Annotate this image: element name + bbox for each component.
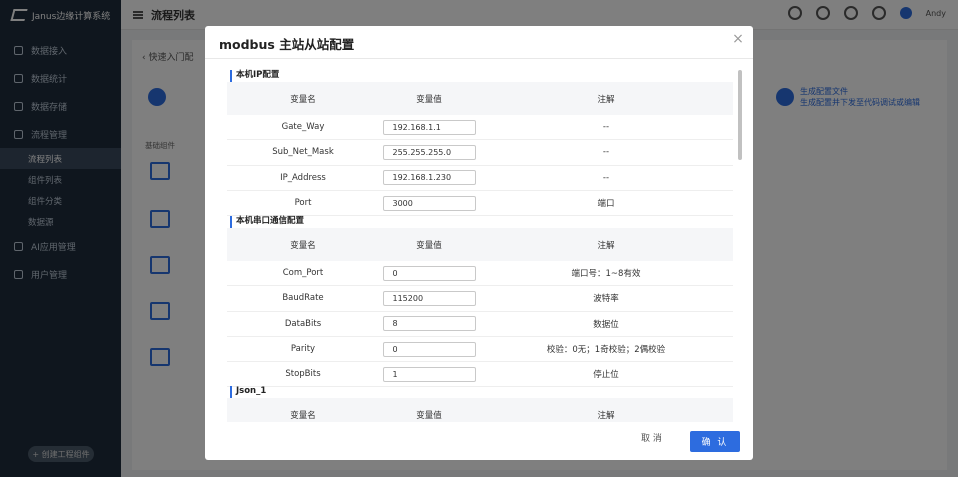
table-header: 变量名 变量值 注解 [227, 228, 733, 261]
table-row: StopBits 1 停止位 [227, 362, 733, 388]
subnet-mask-input[interactable]: 255.255.255.0 [382, 144, 476, 160]
section-title-json1: Json_1 [230, 386, 266, 398]
var-name: Gate_Way [281, 122, 325, 133]
section-title-ip: 本机IP配置 [230, 70, 279, 82]
var-note: -- [602, 122, 610, 133]
col-header-value: 变量值 [416, 240, 442, 251]
var-note: -- [602, 147, 610, 158]
var-name: BaudRate [282, 293, 324, 304]
table-row: DataBits 8 数据位 [227, 312, 733, 337]
parity-input[interactable]: 0 [382, 341, 476, 357]
table-row: IP_Address 192.168.1.230 -- [227, 166, 733, 191]
var-note: 数据位 [593, 319, 619, 330]
close-icon[interactable]: × [731, 32, 745, 46]
col-header-note: 注解 [597, 410, 615, 421]
confirm-button[interactable]: 确 认 [690, 431, 740, 452]
ip-address-input[interactable]: 192.168.1.230 [382, 170, 476, 186]
baudrate-input[interactable]: 115200 [382, 290, 476, 306]
serial-config-table: 变量名 变量值 注解 Com_Port 0 端口号：1~8有效 BaudRate… [227, 228, 733, 388]
var-name: IP_Address [280, 172, 326, 183]
port-input[interactable]: 3000 [382, 195, 476, 211]
col-header-note: 注解 [597, 240, 615, 251]
databits-input[interactable]: 8 [382, 316, 476, 332]
var-name: DataBits [284, 318, 322, 329]
var-note: 端口号：1~8有效 [571, 269, 641, 280]
table-row: Gate_Way 192.168.1.1 -- [227, 115, 733, 141]
col-header-value: 变量值 [416, 94, 442, 105]
var-name: StopBits [285, 369, 321, 380]
dialog-body[interactable]: 本机IP配置 变量名 变量值 注解 Gate_Way 192.168.1.1 -… [227, 68, 733, 422]
table-row: Parity 0 校验：0无；1奇校验；2偶校验 [227, 337, 733, 363]
ip-config-table: 变量名 变量值 注解 Gate_Way 192.168.1.1 -- Sub_N… [227, 82, 733, 217]
var-name: Sub_Net_Mask [272, 147, 334, 158]
table-row: Port 3000 端口 [227, 191, 733, 217]
dialog-header: modbus 主站从站配置 × [205, 26, 753, 59]
var-name: Port [294, 198, 312, 209]
table-header: 变量名 变量值 注解 [227, 82, 733, 115]
var-note: 停止位 [593, 370, 619, 381]
table-row: Sub_Net_Mask 255.255.255.0 -- [227, 140, 733, 166]
dialog-scrollbar[interactable] [738, 68, 742, 422]
table-row: Com_Port 0 端口号：1~8有效 [227, 261, 733, 287]
var-name: Parity [290, 344, 316, 355]
col-header-note: 注解 [597, 94, 615, 105]
var-note: 端口 [597, 199, 615, 210]
dialog-title: modbus 主站从站配置 [219, 37, 355, 52]
table-row: BaudRate 115200 波特率 [227, 286, 733, 312]
col-header-value: 变量值 [416, 410, 442, 421]
stopbits-input[interactable]: 1 [382, 366, 476, 382]
var-note: 校验：0无；1奇校验；2偶校验 [546, 345, 666, 356]
col-header-name: 变量名 [290, 240, 316, 251]
var-name: Com_Port [282, 268, 324, 279]
com-port-input[interactable]: 0 [382, 265, 476, 281]
col-header-name: 变量名 [290, 410, 316, 421]
table-header: 变量名 变量值 注解 [227, 398, 733, 422]
var-note: 波特率 [593, 294, 619, 305]
json1-config-table: 变量名 变量值 注解 [227, 398, 733, 422]
col-header-name: 变量名 [290, 94, 316, 105]
cancel-button[interactable]: 取 消 [641, 431, 662, 444]
scrollbar-thumb[interactable] [738, 70, 742, 160]
gate-way-input[interactable]: 192.168.1.1 [382, 119, 476, 135]
var-note: -- [602, 172, 610, 183]
modbus-config-dialog: modbus 主站从站配置 × 本机IP配置 变量名 变量值 注解 Gate_W… [205, 26, 753, 460]
dialog-footer: 取 消 确 认 [205, 426, 753, 460]
section-title-serial: 本机串口通信配置 [230, 216, 304, 228]
